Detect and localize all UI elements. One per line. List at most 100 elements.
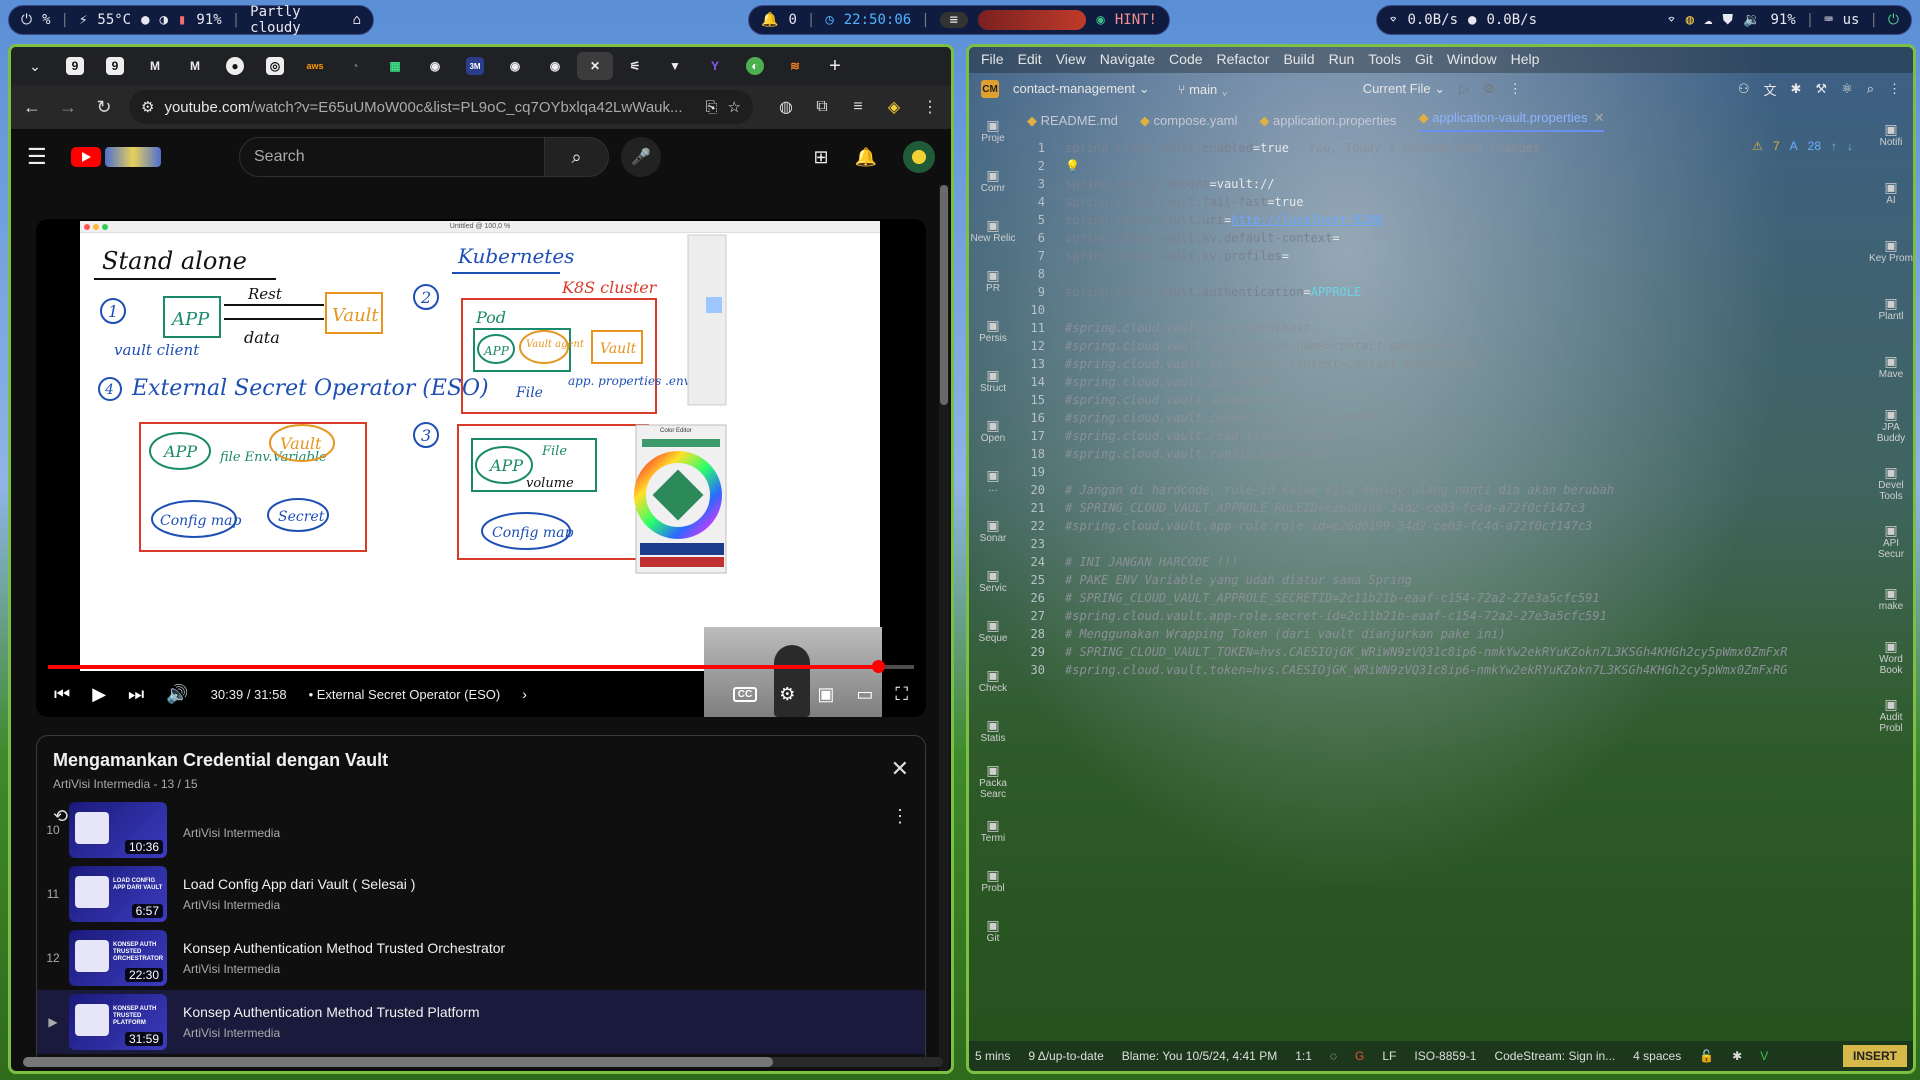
code-line[interactable]: 1 spring.cloud.vault.enabled=true You, Tod… [1019, 139, 1865, 157]
google-icon[interactable]: G [1355, 1049, 1364, 1063]
tool-window-button[interactable]: ▣ Termi [969, 807, 1017, 857]
tool-window-button[interactable]: ▣ Packa Searc [969, 757, 1017, 807]
playlist-channel[interactable]: ArtiVisi Intermedia [53, 777, 150, 791]
volume-icon[interactable]: 🔊 [166, 684, 188, 705]
tab-3[interactable]: M [137, 52, 173, 80]
editor-tab[interactable]: ◆ compose.yaml [1140, 113, 1237, 129]
search-input[interactable]: Search [239, 137, 545, 177]
scrollbar-thumb[interactable] [940, 185, 948, 405]
close-tab-icon[interactable]: ✕ [1594, 110, 1605, 125]
tab-13[interactable]: ◉ [537, 52, 573, 80]
video-channel[interactable]: ArtiVisi Intermedia [183, 1026, 480, 1040]
video-thumbnail[interactable]: LOAD CONFIG APP DARI VAULT 6:57 [69, 866, 167, 922]
fullscreen-icon[interactable]: ⛶ [895, 684, 908, 705]
tab-15[interactable]: ⚟ [617, 52, 653, 80]
status-sync-icon[interactable]: ◌ [1330, 1049, 1337, 1063]
tool-window-button[interactable]: ▣ Struct [969, 357, 1017, 407]
chapter-title[interactable]: • External Secret Operator (ESO) [309, 687, 501, 702]
browser-menu-icon[interactable]: ⋮ [919, 97, 941, 117]
status-position[interactable]: 1:1 [1295, 1049, 1312, 1063]
menu-item-git[interactable]: Git [1415, 51, 1433, 69]
code-line[interactable]: 23 [1019, 535, 1865, 553]
vertical-scrollbar[interactable] [939, 185, 949, 1071]
video-title[interactable]: Load Config App dari Vault ( Selesai ) [183, 876, 415, 892]
tab-4[interactable]: M [177, 52, 213, 80]
tab-10[interactable]: ◉ [417, 52, 453, 80]
tool-window-button[interactable]: ▣ Devel Tools [1869, 455, 1913, 513]
back-icon[interactable]: ← [21, 97, 43, 118]
media-controls-icon[interactable]: ≡ [847, 98, 869, 116]
tab-12[interactable]: ◉ [497, 52, 533, 80]
wifi-status-icon[interactable]: ⌔ [1667, 12, 1675, 28]
search-button[interactable]: ⌕ [545, 137, 609, 177]
status-line-ending[interactable]: LF [1382, 1049, 1396, 1063]
code-line[interactable]: 25 # PAKE ENV Variable yang udah diatur s… [1019, 571, 1865, 589]
notifications-bell-icon[interactable]: 🔔 [855, 147, 877, 168]
tool-window-button[interactable]: ▣ Audit Probl [1869, 687, 1913, 745]
playlist-title[interactable]: Mengamankan Credential dengan Vault [53, 750, 909, 771]
menu-item-view[interactable]: View [1056, 51, 1086, 69]
code-line[interactable]: 30 #spring.cloud.vault.token=hvs.CAESIOjG… [1019, 661, 1865, 679]
tool-window-button[interactable]: ▣ make [1869, 571, 1913, 629]
subtitles-button[interactable]: CC [732, 686, 758, 702]
video-player[interactable]: Untitled @ 100,0 % Stand alone 1 APP Res… [36, 219, 926, 717]
run-icon[interactable]: ▷ [1459, 81, 1469, 97]
tray-power-icon[interactable]: ⏻ [1888, 12, 1899, 28]
tool-window-button[interactable]: ▣ JPA Buddy [1869, 397, 1913, 455]
theater-mode-icon[interactable]: ▭ [856, 684, 873, 705]
miniplayer-icon[interactable]: ▣ [817, 684, 834, 705]
tool-window-button[interactable]: ▣ API Secur [1869, 513, 1913, 571]
code-line[interactable]: 19 [1019, 463, 1865, 481]
code-line[interactable]: 29 # SPRING_CLOUD_VAULT_TOKEN=hvs.CAESIOj… [1019, 643, 1865, 661]
video-channel[interactable]: ArtiVisi Intermedia [183, 826, 280, 840]
tool-window-button[interactable]: ▣ Notifi [1869, 107, 1913, 165]
tab-8[interactable]: ◔ [337, 52, 373, 80]
editor-tab[interactable]: ◆ application.properties [1259, 113, 1396, 129]
run-config-selector[interactable]: Current File ⌄ [1363, 81, 1445, 97]
code-line[interactable]: 12 #spring.cloud.vault.application-name=c… [1019, 337, 1865, 355]
tool-window-button[interactable]: ▣ Check [969, 657, 1017, 707]
ide-menu-icon[interactable]: ⋮ [1888, 81, 1901, 97]
ide-search-icon[interactable]: ⌕ [1867, 81, 1874, 97]
tab-6[interactable]: ◎ [257, 52, 293, 80]
code-line[interactable]: 9 spring.cloud.vault.authentication=APPRO… [1019, 283, 1865, 301]
editor-tab[interactable]: ◆ application-vault.properties ✕ [1418, 110, 1605, 132]
tab-19[interactable]: ≋ [777, 52, 813, 80]
status-encoding[interactable]: ISO-8859-1 [1414, 1049, 1476, 1063]
tool-window-button[interactable]: ▣ Key Prom [1869, 223, 1913, 281]
menu-item-window[interactable]: Window [1447, 51, 1497, 69]
tool-window-button[interactable]: ▣ PR [969, 257, 1017, 307]
settings-gear-icon[interactable]: ⚙ [779, 684, 795, 705]
code-line[interactable]: 28 # Menggunakan Wrapping Token (dari vau… [1019, 625, 1865, 643]
volume-icon[interactable]: 🔉 [1743, 12, 1760, 28]
translate-icon[interactable]: 文 [1763, 80, 1776, 99]
status-indent[interactable]: 4 spaces [1633, 1049, 1681, 1063]
code-line[interactable]: 27 #spring.cloud.vault.app-role.secret-id… [1019, 607, 1865, 625]
next-icon[interactable]: ⏭ [128, 684, 144, 705]
menu-item-edit[interactable]: Edit [1018, 51, 1042, 69]
tool-window-button[interactable]: ▣ New Relic [969, 207, 1017, 257]
horizontal-scrollbar[interactable] [23, 1057, 943, 1067]
tool-window-button[interactable]: ▣ Plantl [1869, 281, 1913, 339]
code-line[interactable]: 17 #spring.cloud.vault.read-timeout=15000 [1019, 427, 1865, 445]
previous-icon[interactable]: ⏮ [54, 684, 70, 705]
tab-18[interactable]: ◐ [737, 52, 773, 80]
site-info-icon[interactable]: ⚙ [141, 98, 154, 116]
scrollbar-thumb[interactable] [23, 1057, 773, 1067]
menu-item-run[interactable]: Run [1329, 51, 1355, 69]
bookmark-star-icon[interactable]: ☆ [728, 98, 741, 116]
status-vcs[interactable]: 9 Δ/up-to-date [1028, 1049, 1103, 1063]
video-title[interactable]: Konsep Authentication Method Trusted Orc… [183, 940, 505, 956]
tool-window-button[interactable]: ▣ Servic [969, 557, 1017, 607]
code-line[interactable]: 18 #spring.cloud.vault.config.order=-10 [1019, 445, 1865, 463]
tool-window-button[interactable]: ▣ Git [969, 907, 1017, 957]
tab-1[interactable]: 9 [57, 52, 93, 80]
tab-17[interactable]: Y [697, 52, 733, 80]
omnibox[interactable]: ⚙ youtube.com/watch?v=E65uUMoW00c&list=P… [129, 90, 753, 124]
code-line[interactable]: 13 #spring.cloud.vault.kv.default-context… [1019, 355, 1865, 373]
code-line[interactable]: 22 #spring.cloud.vault.app-role.role-id=e… [1019, 517, 1865, 535]
tool-window-button[interactable]: ▣ Comr [969, 157, 1017, 207]
code-line[interactable]: 4 spring.cloud.vault.fail-fast=true [1019, 193, 1865, 211]
tool-window-button[interactable]: ▣ Mave [1869, 339, 1913, 397]
install-icon[interactable]: ⎘ [706, 99, 718, 116]
